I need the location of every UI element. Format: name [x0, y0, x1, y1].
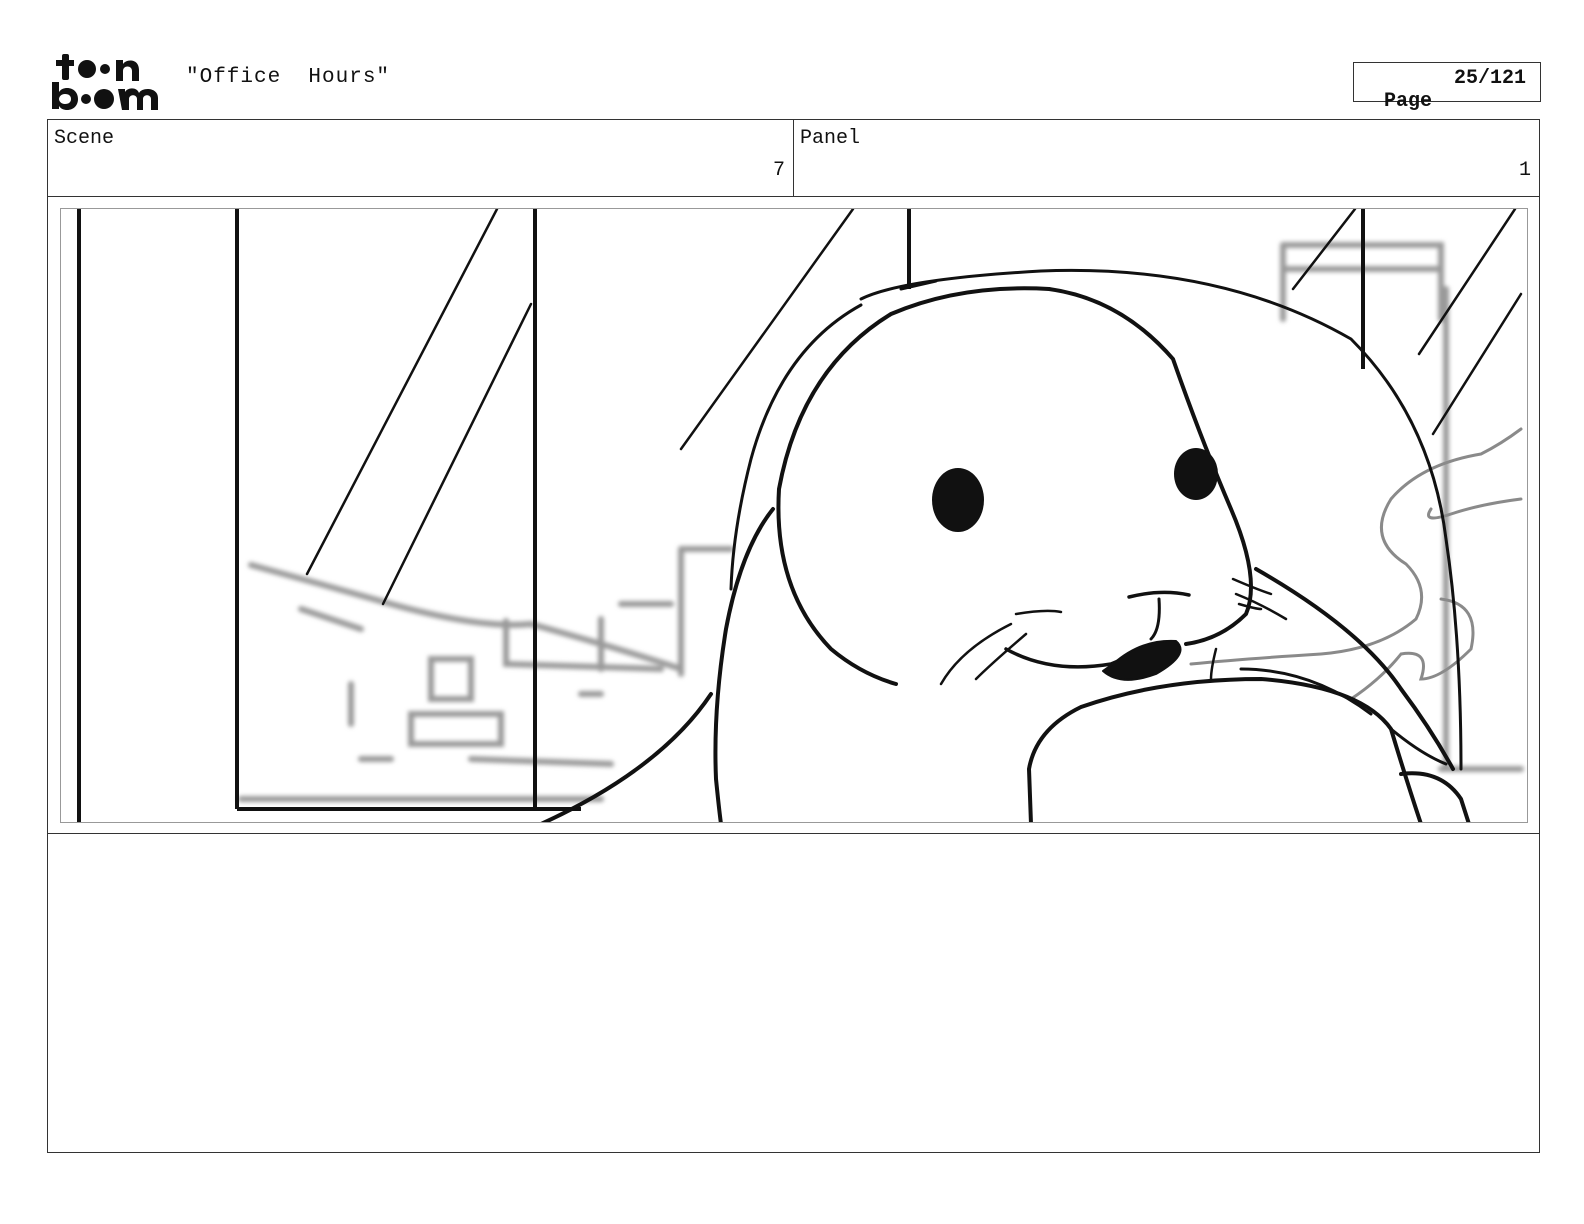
toon-boom-logo	[52, 54, 158, 110]
page-indicator: Page 25/121	[1353, 62, 1541, 113]
storyboard-sketch	[77, 209, 1524, 822]
panel-label: Panel	[800, 127, 861, 150]
scene-label: Scene	[54, 127, 115, 150]
scene-cell: Scene 7	[48, 120, 793, 196]
panel-frame-container	[47, 196, 1540, 834]
steam-squiggle	[1189, 427, 1523, 701]
page-number: 25/121	[1453, 67, 1526, 90]
page-label: Page	[1384, 90, 1433, 113]
notes-area[interactable]	[47, 833, 1540, 1153]
panel-value: 1	[1518, 159, 1531, 182]
scene-panel-row: Scene 7 Panel 1	[47, 119, 1540, 197]
panel-cell: Panel 1	[793, 120, 1539, 196]
scene-value: 7	[772, 159, 785, 182]
storyboard-title: "Office Hours"	[186, 66, 391, 89]
panel-drawing-frame	[60, 208, 1528, 823]
window-frame	[77, 209, 1365, 822]
